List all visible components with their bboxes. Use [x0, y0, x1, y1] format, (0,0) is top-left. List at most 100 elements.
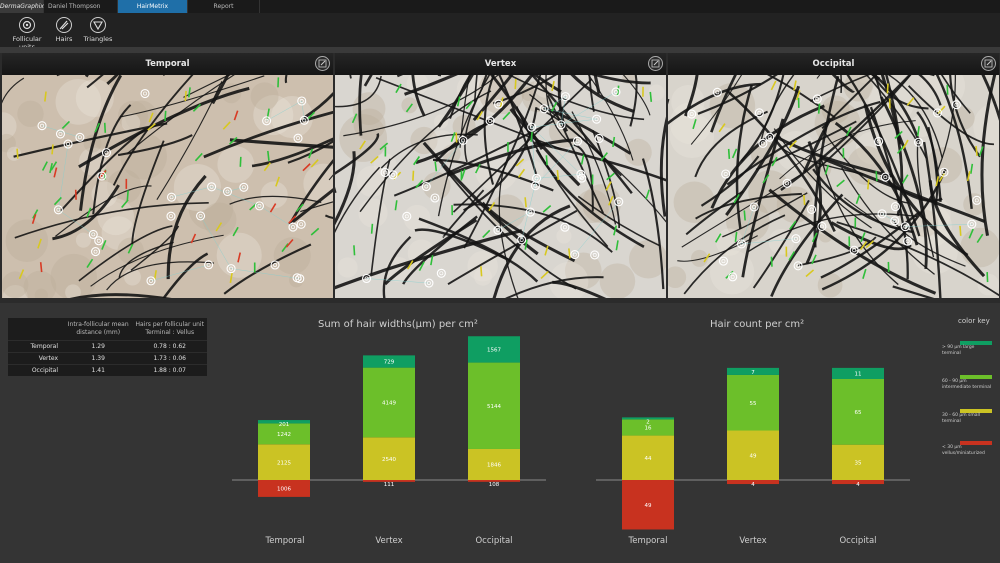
scalp-image-temporal[interactable] — [2, 75, 333, 298]
table-row: Vertex 1.39 1.73 : 0.06 — [8, 352, 207, 365]
hair-marker — [164, 110, 167, 121]
hair-marker — [39, 262, 43, 273]
hair-marker — [975, 145, 978, 157]
table-cell-region: Vertex — [8, 352, 64, 365]
table-header — [8, 318, 64, 341]
data-label: 7 — [751, 370, 755, 376]
hair-marker — [514, 79, 517, 90]
hair-marker — [184, 90, 187, 102]
hair-marker — [524, 197, 527, 208]
top-tab-bar: DermaGraphix Daniel Thompson HairMetrix … — [0, 0, 1000, 13]
hair-marker — [867, 179, 870, 190]
hair-marker — [886, 83, 889, 94]
table-cell-distance: 1.39 — [64, 352, 133, 365]
color-key-label: > 90 µm large terminal — [942, 345, 975, 356]
skin-texture — [358, 198, 388, 228]
scalp-image-vertex[interactable] — [335, 75, 666, 298]
data-label: 11 — [855, 372, 862, 378]
hair-marker — [568, 248, 571, 259]
color-key-label: < 30 µm vellus/miniaturized — [942, 445, 985, 456]
data-label: 2 — [646, 419, 650, 425]
skin-texture — [273, 237, 311, 275]
data-label: 2540 — [382, 457, 396, 463]
table-cell-ratio: 1.88 : 0.07 — [132, 364, 207, 376]
skin-texture — [599, 263, 636, 298]
data-label: 1006 — [277, 487, 291, 493]
hair-marker — [817, 103, 821, 114]
hair-marker — [616, 85, 620, 96]
hair-marker — [556, 169, 560, 181]
data-label: 108 — [489, 482, 500, 488]
skin-texture — [690, 249, 708, 267]
x-tick-label: Temporal — [265, 536, 305, 546]
tab-hairmetrix[interactable]: HairMetrix — [118, 0, 188, 13]
scalp-image-occipital[interactable] — [668, 75, 999, 298]
hair-marker — [126, 190, 129, 201]
edit-icon[interactable] — [648, 56, 663, 71]
skin-texture — [403, 204, 431, 232]
skin-texture — [337, 257, 358, 278]
table-cell-region: Temporal — [8, 340, 64, 353]
table-cell-region: Occipital — [8, 364, 64, 376]
panel-title: Occipital — [812, 59, 855, 69]
hair-marker — [480, 266, 483, 277]
color-key: color key > 90 µm large terminal 60 - 90… — [930, 317, 996, 456]
color-key-item: > 90 µm large terminal — [936, 341, 992, 357]
panel-temporal: Temporal — [2, 53, 333, 298]
data-label: 4 — [751, 482, 755, 488]
color-key-item: < 30 µm vellus/miniaturized — [936, 441, 992, 457]
panel-header: Temporal — [2, 53, 333, 75]
triangles-tool[interactable]: Triangles — [82, 17, 114, 43]
skin-texture — [217, 146, 255, 183]
panel-header: Occipital — [668, 53, 999, 75]
data-label: 16 — [645, 426, 652, 432]
tool-row: Follicular units Hairs Triangles — [0, 13, 1000, 51]
skin-texture — [250, 82, 279, 111]
app-logo-tab[interactable]: DermaGraphix — [0, 0, 44, 13]
data-label: 4149 — [382, 401, 396, 407]
color-key-item: 30 - 60 µm small terminal — [936, 409, 992, 425]
results-area: Intra-follicular mean distance (mm) Hair… — [0, 303, 1000, 563]
hair-marker — [770, 256, 773, 267]
panel-occipital: Occipital — [668, 53, 999, 298]
hair-marker — [267, 150, 270, 161]
hair-marker — [803, 194, 806, 206]
hair-marker — [530, 131, 533, 142]
data-label: 65 — [855, 410, 862, 416]
table-header: Intra-follicular mean distance (mm) — [64, 318, 133, 341]
hairs-icon — [56, 17, 72, 33]
data-label: 49 — [750, 453, 757, 459]
table-cell-distance: 1.29 — [64, 340, 133, 353]
hair-marker — [370, 223, 374, 234]
skin-texture — [353, 108, 386, 141]
data-label: 201 — [279, 422, 290, 428]
hairs-tool[interactable]: Hairs — [52, 17, 76, 43]
table-cell-distance: 1.41 — [64, 364, 133, 376]
chart-hair-count: 44 162 49 49 55 7 4 35 65 11 4 — [596, 367, 910, 530]
hair-marker — [16, 148, 19, 159]
follicular-units-tool[interactable]: Follicular units — [6, 17, 48, 51]
skin-texture — [960, 227, 999, 268]
x-tick-label: Vertex — [739, 536, 767, 546]
tab-report[interactable]: Report — [188, 0, 260, 13]
data-label: 49 — [645, 503, 652, 509]
data-label: 55 — [750, 401, 757, 407]
skin-texture — [401, 97, 418, 114]
data-label: 4 — [856, 482, 860, 488]
tab-patient[interactable]: Daniel Thompson — [44, 0, 118, 13]
data-label: 2125 — [277, 460, 291, 466]
color-key-title: color key — [958, 317, 990, 325]
x-tick-label: Vertex — [375, 536, 403, 546]
data-label: 1567 — [487, 348, 501, 354]
table-header-row: Intra-follicular mean distance (mm) Hair… — [8, 318, 207, 341]
data-label: 44 — [645, 456, 652, 462]
skin-texture — [474, 267, 492, 286]
hairs-label: Hairs — [55, 35, 73, 43]
color-key-label: 60 - 90 µm intermediate terminal — [942, 379, 992, 390]
table-row: Occipital 1.41 1.88 : 0.07 — [8, 364, 207, 376]
hair-marker — [959, 225, 962, 236]
table-row: Temporal 1.29 0.78 : 0.62 — [8, 340, 207, 353]
follicular-units-icon — [19, 17, 35, 33]
edit-icon[interactable] — [981, 56, 996, 71]
edit-icon[interactable] — [315, 56, 330, 71]
